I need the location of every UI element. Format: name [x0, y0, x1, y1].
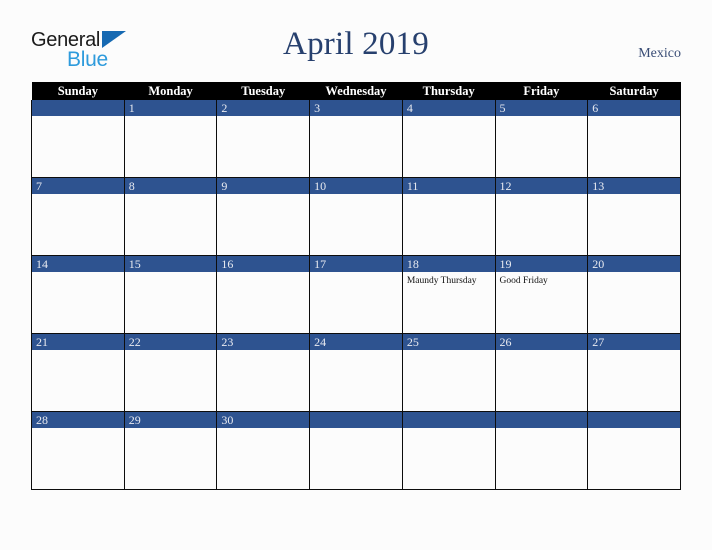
weekday-header-saturday: Saturday — [587, 82, 681, 100]
day-number: 26 — [495, 334, 588, 350]
calendar-day-cell[interactable]: 17 — [309, 255, 403, 334]
calendar-table: Sunday Monday Tuesday Wednesday Thursday… — [31, 82, 681, 490]
day-number: 25 — [402, 334, 495, 350]
calendar-day-cell[interactable]: 27 — [587, 333, 681, 412]
calendar-week-row: 7 8 9 10 11 12 13 — [31, 177, 681, 256]
calendar-day-cell[interactable]: 5 — [494, 100, 589, 178]
day-number: 29 — [124, 412, 217, 428]
calendar-day-cell[interactable]: 7 — [31, 177, 125, 256]
day-number: 17 — [310, 256, 402, 272]
calendar-day-cell[interactable]: 4 — [401, 100, 496, 178]
calendar-day-cell[interactable]: 15 — [123, 255, 218, 334]
day-number: 2 — [217, 100, 310, 116]
calendar-day-cell[interactable]: 21 — [31, 333, 125, 412]
day-number: 21 — [32, 334, 124, 350]
calendar-day-cell[interactable]: 12 — [494, 177, 589, 256]
calendar-day-cell[interactable] — [494, 411, 589, 490]
day-number — [402, 412, 495, 428]
day-number: 15 — [124, 256, 217, 272]
calendar-day-cell[interactable] — [401, 411, 496, 490]
day-number: 12 — [495, 178, 588, 194]
calendar-day-cell[interactable]: 9 — [216, 177, 311, 256]
calendar-day-cell[interactable]: 25 — [401, 333, 496, 412]
day-number: 4 — [402, 100, 495, 116]
day-number: 11 — [402, 178, 495, 194]
day-number: 6 — [588, 100, 680, 116]
day-number: 30 — [217, 412, 310, 428]
day-number: 16 — [217, 256, 310, 272]
day-number: 22 — [124, 334, 217, 350]
day-number: 28 — [32, 412, 124, 428]
day-number: 3 — [310, 100, 402, 116]
calendar-week-row: 21 22 23 24 25 26 27 — [31, 333, 681, 412]
calendar-day-cell[interactable]: 3 — [309, 100, 403, 178]
calendar-day-cell[interactable]: 13 — [587, 177, 681, 256]
weekday-header-thursday: Thursday — [402, 82, 496, 100]
day-number: 1 — [124, 100, 217, 116]
day-number: 5 — [495, 100, 588, 116]
day-event: Good Friday — [499, 276, 548, 286]
weekday-header-monday: Monday — [124, 82, 217, 100]
calendar-day-cell[interactable]: 20 — [587, 255, 681, 334]
day-number: 18 — [402, 256, 495, 272]
day-number: 9 — [217, 178, 310, 194]
day-number — [495, 412, 588, 428]
calendar-day-cell[interactable]: 22 — [123, 333, 218, 412]
calendar-day-cell[interactable]: 18 Maundy Thursday — [401, 255, 496, 334]
calendar-week-row: 28 29 30 — [31, 411, 681, 490]
calendar-day-cell[interactable]: 30 — [216, 411, 311, 490]
weekday-header-sunday: Sunday — [31, 82, 125, 100]
day-number: 10 — [310, 178, 402, 194]
calendar-day-cell[interactable] — [31, 100, 125, 178]
calendar-day-cell[interactable]: 11 — [401, 177, 496, 256]
day-event: Maundy Thursday — [406, 276, 477, 286]
calendar-week-row: 14 15 16 17 18 Maundy Thursday 19 Good Fri… — [31, 255, 681, 334]
calendar-day-cell[interactable]: 29 — [123, 411, 218, 490]
calendar-day-cell[interactable]: 8 — [123, 177, 218, 256]
calendar-day-cell[interactable]: 26 — [494, 333, 589, 412]
page-header: General Blue April 2019 Mexico — [0, 0, 712, 82]
calendar-day-cell[interactable]: 1 — [123, 100, 218, 178]
weekday-header-tuesday: Tuesday — [216, 82, 310, 100]
day-number: 19 — [495, 256, 588, 272]
calendar-day-cell[interactable]: 16 — [216, 255, 311, 334]
day-number — [32, 100, 124, 116]
calendar-day-cell[interactable] — [587, 411, 681, 490]
day-number: 27 — [588, 334, 680, 350]
day-number: 8 — [124, 178, 217, 194]
day-number — [588, 412, 680, 428]
calendar-body: 1 2 3 4 5 6 7 8 9 10 11 12 13 14 15 16 1… — [31, 100, 681, 490]
calendar-day-cell[interactable]: 14 — [31, 255, 125, 334]
calendar-day-cell[interactable]: 10 — [309, 177, 403, 256]
calendar-day-cell[interactable]: 23 — [216, 333, 311, 412]
calendar-day-cell[interactable]: 24 — [309, 333, 403, 412]
calendar-day-cell[interactable]: 19 Good Friday — [494, 255, 589, 334]
page-title: April 2019 — [283, 26, 429, 62]
calendar-week-row: 1 2 3 4 5 6 — [31, 100, 681, 178]
calendar-day-cell[interactable] — [309, 411, 403, 490]
day-number: 23 — [217, 334, 310, 350]
day-number: 14 — [32, 256, 124, 272]
day-number: 24 — [310, 334, 402, 350]
country-label: Mexico — [638, 46, 681, 61]
weekday-header-row: Sunday Monday Tuesday Wednesday Thursday… — [31, 82, 681, 100]
day-number — [310, 412, 402, 428]
calendar-day-cell[interactable]: 2 — [216, 100, 311, 178]
day-number: 13 — [588, 178, 680, 194]
day-number: 20 — [588, 256, 680, 272]
weekday-header-friday: Friday — [495, 82, 588, 100]
weekday-header-wednesday: Wednesday — [309, 82, 403, 100]
calendar-day-cell[interactable]: 28 — [31, 411, 125, 490]
day-number: 7 — [32, 178, 124, 194]
calendar-day-cell[interactable]: 6 — [587, 100, 681, 178]
